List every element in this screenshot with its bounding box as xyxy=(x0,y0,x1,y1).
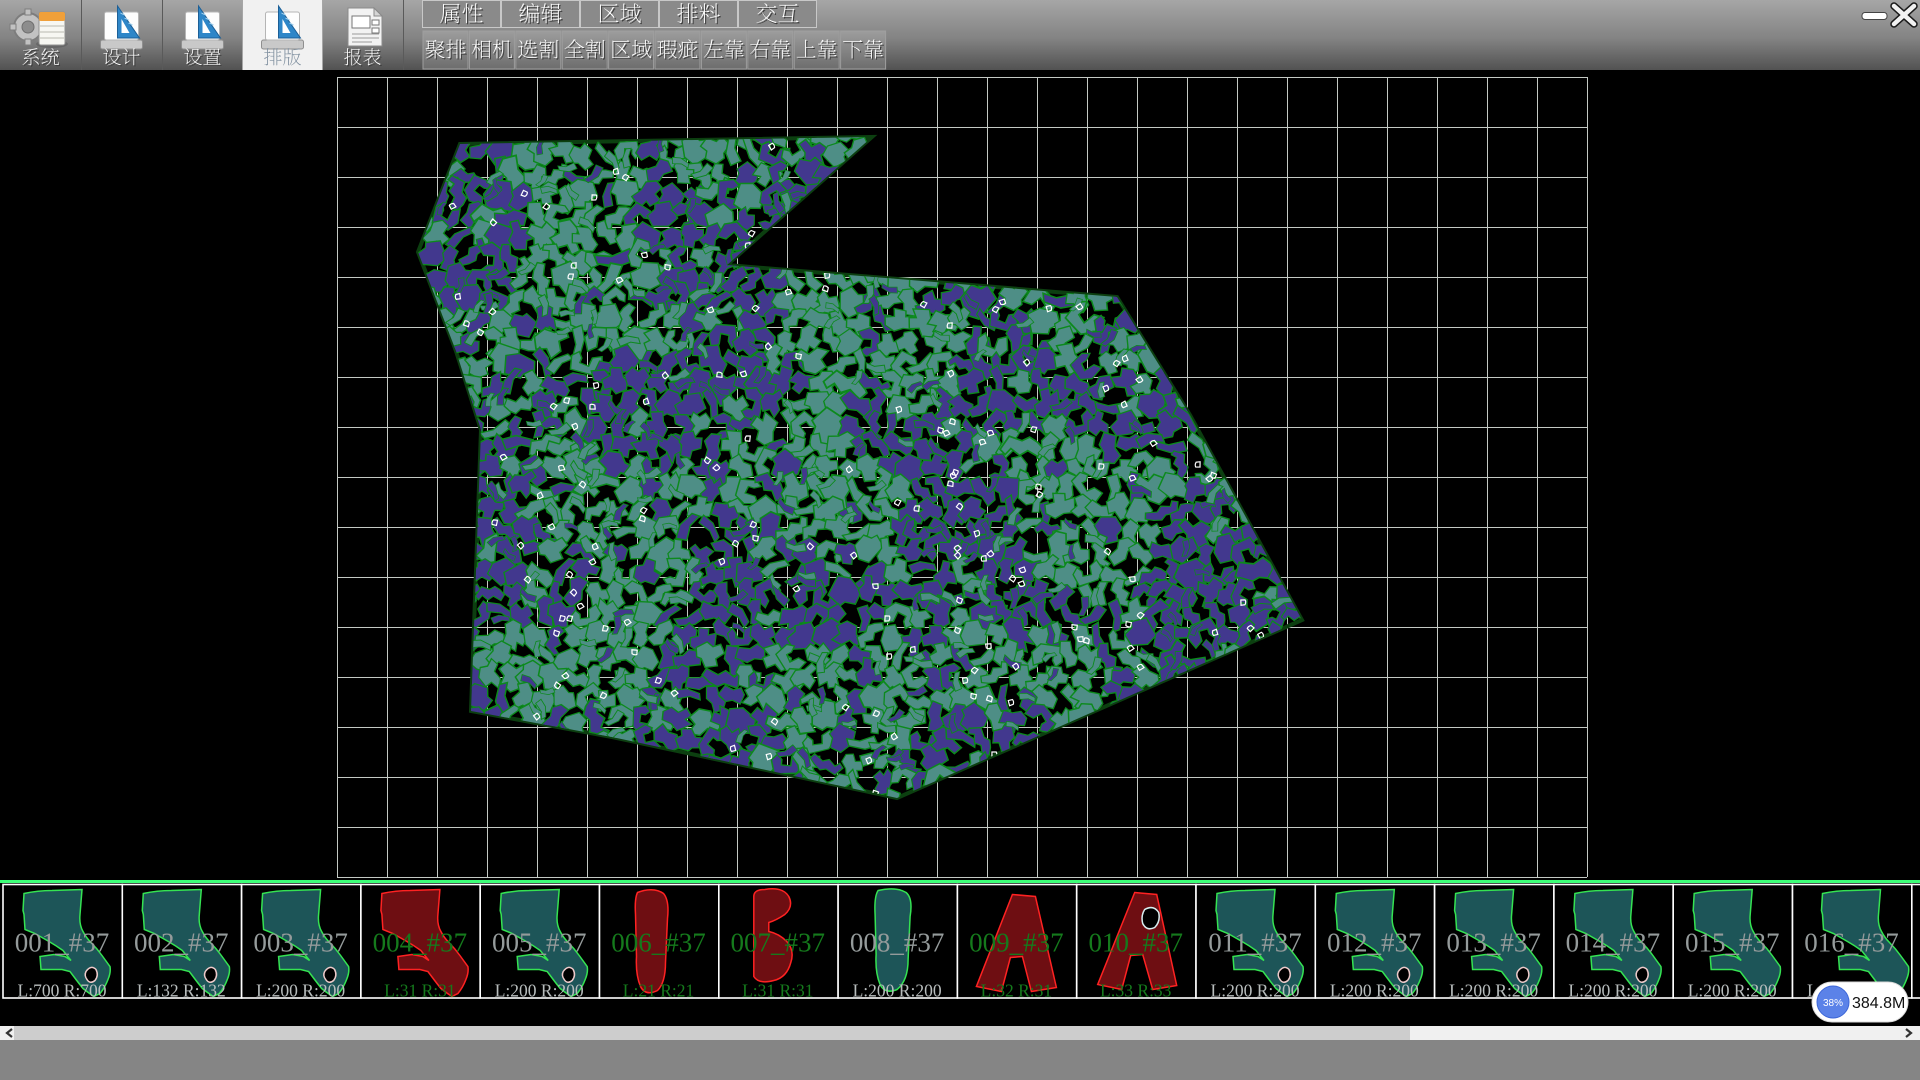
svg-text:002_#37: 002_#37 xyxy=(134,928,229,958)
svg-text:015_#37: 015_#37 xyxy=(1685,928,1780,958)
svg-text:L:200 R:200: L:200 R:200 xyxy=(1568,981,1657,1001)
svg-text:005_#37: 005_#37 xyxy=(492,928,587,958)
svg-text:38%: 38% xyxy=(1823,998,1843,1009)
svg-text:L:200 R:200: L:200 R:200 xyxy=(495,981,584,1001)
svg-text:L:132 R:132: L:132 R:132 xyxy=(137,981,226,1001)
svg-text:012_#37: 012_#37 xyxy=(1327,928,1422,958)
svg-text:L:700 R:700: L:700 R:700 xyxy=(18,981,107,1001)
svg-text:003_#37: 003_#37 xyxy=(253,928,348,958)
svg-text:L:21 R:21: L:21 R:21 xyxy=(623,981,694,1001)
svg-text:001_#37: 001_#37 xyxy=(15,928,110,958)
svg-text:L:33 R:33: L:33 R:33 xyxy=(1100,981,1172,1001)
svg-text:016_#37: 016_#37 xyxy=(1804,928,1899,958)
svg-text:007_#37: 007_#37 xyxy=(731,928,826,958)
svg-text:004_#37: 004_#37 xyxy=(373,928,468,958)
svg-text:L:200 R:200: L:200 R:200 xyxy=(1330,981,1419,1001)
svg-text:008_#37: 008_#37 xyxy=(850,928,945,958)
svg-text:L:200 R:200: L:200 R:200 xyxy=(1211,981,1300,1001)
svg-text:009_#37: 009_#37 xyxy=(969,928,1064,958)
svg-text:L:32 R:31: L:32 R:31 xyxy=(981,981,1052,1001)
svg-text:L:31 R:31: L:31 R:31 xyxy=(742,981,813,1001)
svg-text:010_#37: 010_#37 xyxy=(1088,928,1183,958)
svg-text:L:200 R:200: L:200 R:200 xyxy=(853,981,942,1001)
svg-text:014_#37: 014_#37 xyxy=(1566,928,1661,958)
svg-text:L:31 R:31: L:31 R:31 xyxy=(384,981,455,1001)
svg-text:006_#37: 006_#37 xyxy=(611,928,706,958)
svg-text:011_#37: 011_#37 xyxy=(1208,928,1302,958)
svg-text:384.8M: 384.8M xyxy=(1852,995,1905,1012)
svg-text:L:200 R:200: L:200 R:200 xyxy=(1449,981,1538,1001)
svg-text:013_#37: 013_#37 xyxy=(1446,928,1541,958)
svg-text:L:200 R:200: L:200 R:200 xyxy=(256,981,345,1001)
svg-text:L:200 R:200: L:200 R:200 xyxy=(1688,981,1777,1001)
